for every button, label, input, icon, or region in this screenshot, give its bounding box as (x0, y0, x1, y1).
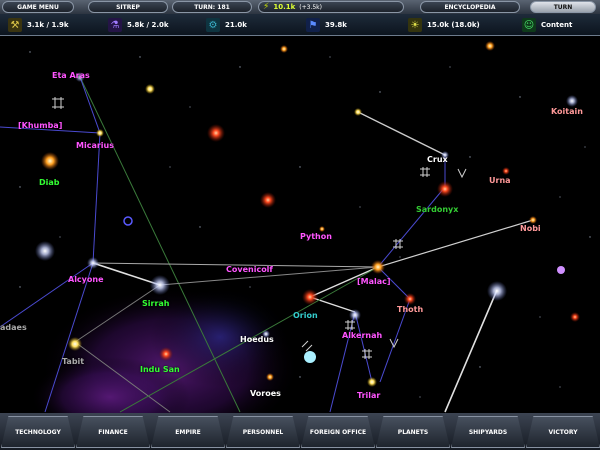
trade-icon: ⚙ (206, 18, 220, 32)
system-label-khumba[interactable]: [Khumba] (18, 121, 62, 130)
credits-display: ⚡ 10.1k (+3.5k) (258, 1, 404, 13)
end-turn-button[interactable]: TURN (530, 1, 596, 13)
system-label-nobi[interactable]: Nobi (520, 224, 541, 233)
sitrep-button[interactable]: SITREP (88, 1, 168, 13)
happiness-icon: ☺ (522, 18, 536, 32)
resource-value: 15.0k (18.0k) (427, 21, 480, 29)
starfield (0, 41, 591, 413)
system-label-python[interactable]: Python (300, 232, 332, 241)
research-icon: ⚗ (108, 18, 122, 32)
finance-button[interactable]: FINANCE (76, 416, 150, 448)
credits-value: 10.1k (273, 3, 296, 11)
population-icon: ⚑ (306, 18, 320, 32)
planets-button[interactable]: PLANETS (376, 416, 450, 448)
system-label-sirrah[interactable]: Sirrah (142, 299, 170, 308)
empire-button[interactable]: EMPIRE (151, 416, 225, 448)
system-label-hoedus[interactable]: Hoedus (240, 335, 274, 344)
turn-counter: TURN: 181 (172, 1, 252, 13)
system-label-malac[interactable]: [Malac] (357, 277, 391, 286)
bottom-menu-bar: TECHNOLOGY FINANCE EMPIRE PERSONNEL FORE… (0, 413, 600, 450)
resource-industry[interactable]: ⚒ 3.1k / 1.9k (8, 18, 69, 32)
system-label-trilar[interactable]: Trilar (357, 391, 380, 400)
system-label-sardonyx[interactable]: Sardonyx (416, 205, 458, 214)
resource-value: 5.8k / 2.0k (127, 21, 169, 29)
resource-value: 3.1k / 1.9k (27, 21, 69, 29)
system-label-alcyone[interactable]: Alcyone (68, 275, 104, 284)
system-label-alkernah[interactable]: Alkernah (342, 331, 382, 340)
system-label-orion[interactable]: Orion (293, 311, 318, 320)
resource-happiness[interactable]: ☺ Content (522, 18, 572, 32)
system-label-koitain[interactable]: Koitain (551, 107, 583, 116)
game-menu-button[interactable]: GAME MENU (2, 1, 74, 13)
food-icon: ☀ (408, 18, 422, 32)
resource-food[interactable]: ☀ 15.0k (18.0k) (408, 18, 480, 32)
technology-button[interactable]: TECHNOLOGY (1, 416, 75, 448)
industry-icon: ⚒ (8, 18, 22, 32)
resource-research[interactable]: ⚗ 5.8k / 2.0k (108, 18, 169, 32)
galaxy-map[interactable]: Eta Aras [Khumba] Micarius Diab Alcyone … (0, 37, 600, 413)
system-label-covenicolf[interactable]: Covenicolf (226, 265, 273, 274)
top-menu-bar: GAME MENU SITREP TURN: 181 ⚡ 10.1k (+3.5… (0, 0, 600, 14)
system-label-adaes[interactable]: adaes (0, 323, 27, 332)
foreign-office-button[interactable]: FOREIGN OFFICE (301, 416, 375, 448)
system-label-diab[interactable]: Diab (39, 178, 60, 187)
system-label-thoth[interactable]: Thoth (397, 305, 423, 314)
personnel-button[interactable]: PERSONNEL (226, 416, 300, 448)
encyclopedia-button[interactable]: ENCYCLOPEDIA (420, 1, 520, 13)
system-label-crux[interactable]: Crux (427, 155, 448, 164)
resource-trade[interactable]: ⚙ 21.0k (206, 18, 247, 32)
system-label-micarius[interactable]: Micarius (76, 141, 114, 150)
system-label-eta-aras[interactable]: Eta Aras (52, 71, 90, 80)
credits-income: (+3.5k) (299, 3, 322, 11)
resource-population[interactable]: ⚑ 39.8k (306, 18, 347, 32)
resource-bar: ⚒ 3.1k / 1.9k ⚗ 5.8k / 2.0k ⚙ 21.0k ⚑ 39… (0, 14, 600, 36)
victory-button[interactable]: VICTORY (526, 416, 600, 448)
resource-value: Content (541, 21, 573, 29)
resource-value: 21.0k (225, 21, 247, 29)
system-label-indu-san[interactable]: Indu San (140, 365, 180, 374)
credits-icon: ⚡ (263, 2, 270, 12)
shipyards-button[interactable]: SHIPYARDS (451, 416, 525, 448)
resource-value: 39.8k (325, 21, 347, 29)
system-label-tabit[interactable]: Tabit (62, 357, 84, 366)
system-label-voroes[interactable]: Voroes (250, 389, 281, 398)
system-label-urna[interactable]: Urna (489, 176, 511, 185)
